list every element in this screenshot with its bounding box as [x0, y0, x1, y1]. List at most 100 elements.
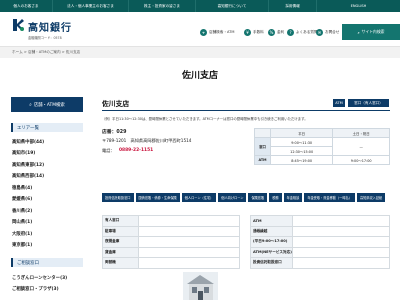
- area-list-heading: エリア一覧: [11, 123, 83, 132]
- service-chip: 個人向けローン: [218, 193, 247, 202]
- nav-fees[interactable]: ¥ 手数料: [244, 29, 264, 36]
- facility-key: 有人窓口: [102, 215, 139, 227]
- location-icon: ⌖: [200, 29, 207, 36]
- table-row: 貸金庫: [102, 246, 240, 258]
- area-item[interactable]: 徳島県(4): [12, 182, 82, 194]
- area-item[interactable]: 高知市(19): [12, 148, 82, 160]
- area-item[interactable]: 東京都(1): [12, 240, 82, 252]
- hours-cell: 12:30～15:00: [269, 146, 334, 156]
- hours-cell: 8:45～19:00: [269, 155, 334, 165]
- hours-row-label: ATM: [254, 155, 271, 165]
- hours-header-cell: 平日: [269, 128, 334, 138]
- table-row: 投資信託取扱窓口: [250, 257, 390, 269]
- facility-value: [292, 246, 390, 258]
- store-atm-search-button[interactable]: ⌕ 店舗・ATM検索: [11, 97, 83, 112]
- hours-row-label: 窓口: [254, 137, 271, 156]
- topnav-personal[interactable]: 個人のお客さま: [0, 0, 53, 12]
- area-item[interactable]: 高知県西部(14): [12, 171, 82, 183]
- consultation-list: こうぎんローンセンター(3) ご相談窓口・プラザ(3): [12, 272, 84, 294]
- question-icon: ?: [287, 29, 294, 36]
- site-search-button[interactable]: ⌕ サイト内検索: [342, 24, 400, 40]
- facility-key: (平日9:00～17:00): [250, 236, 293, 248]
- hours-row: 窓口 9:00～11:30 —: [254, 137, 390, 156]
- nav-label: お問合せ: [325, 30, 340, 34]
- facility-value: [292, 225, 390, 237]
- percent-icon: %: [268, 29, 275, 36]
- facility-value: [292, 257, 390, 269]
- store-number: 店番：029: [102, 130, 127, 135]
- hours-cell: 9:00～17:00: [332, 155, 390, 165]
- side-search-label: 店舗・ATM検索: [33, 102, 65, 108]
- nav-faq[interactable]: ? よくある質問: [287, 29, 318, 36]
- table-row: (平日9:00～17:00): [250, 236, 390, 248]
- branch-name: 佐川支店: [102, 100, 130, 108]
- facility-value: [138, 246, 240, 258]
- facility-key: 投資信託取扱窓口: [250, 257, 293, 269]
- topnav-investors[interactable]: 株主・投資家の皆さま: [129, 0, 196, 12]
- divider: [102, 110, 390, 111]
- nav-store-search[interactable]: ⌖ 店舗検索・ATM: [200, 29, 234, 36]
- branch-building-photo: [183, 272, 218, 300]
- area-item[interactable]: 大阪府(1): [12, 228, 82, 240]
- brand-name[interactable]: 高知銀行: [28, 19, 72, 34]
- facility-value: [138, 257, 240, 269]
- topnav-english[interactable]: ENGLISH: [317, 0, 400, 12]
- service-chip: 個人ローン（住宅）: [181, 193, 217, 202]
- facility-value: [138, 236, 240, 248]
- area-item[interactable]: 岡山県(1): [12, 217, 82, 229]
- atm-facility-table: ATM 通帳繰越 (平日9:00～17:00) ATM(NEサービス対応) 投資…: [250, 215, 390, 269]
- consultation-item[interactable]: ご相談窓口・プラザ(3): [12, 283, 84, 294]
- nav-label: 金利: [277, 30, 285, 34]
- facility-key: ATM: [250, 215, 293, 227]
- bank-code: 金融機関コード：0578: [28, 36, 62, 40]
- consultation-heading: ご相談窓口: [11, 258, 83, 267]
- topnav-corporate[interactable]: 法人・個人事業主のお客さま: [53, 0, 129, 12]
- facility-value: [292, 215, 390, 227]
- consultation-item[interactable]: こうぎんローンセンター(3): [12, 272, 84, 283]
- facility-value: [292, 236, 390, 248]
- facility-table: 有人窓口 駐車場 夜間金庫 貸金庫 両替機: [102, 215, 240, 269]
- service-tags: 投資信託取扱窓口 国債窓販・債券・生命保険 個人ローン（住宅） 個人向けローン …: [102, 193, 390, 202]
- facility-value: [138, 215, 240, 227]
- nav-rates[interactable]: % 金利: [268, 29, 284, 36]
- site-header: 高知銀行 金融機関コード：0578 ⌖ 店舗検索・ATM ¥ 手数料 % 金利 …: [0, 12, 400, 46]
- phone-number[interactable]: 0889-22-1151: [119, 148, 153, 153]
- yen-icon: ¥: [244, 29, 251, 36]
- area-item[interactable]: 香川県(2): [12, 205, 82, 217]
- breadcrumb[interactable]: ホーム > 店舗・ATMのご案内 > 佐川支店: [0, 46, 400, 58]
- address: 〒789-1201 高知県高岡郡佐川町甲西町1514: [102, 138, 192, 143]
- facility-key: 駐車場: [102, 225, 139, 237]
- nav-label: よくある質問: [296, 30, 318, 34]
- service-chip: 投資信託取扱窓口: [102, 193, 134, 202]
- table-row: 駐車場: [102, 225, 240, 237]
- hours-notice: （例）平日11:30～12:30は、昼時間休業とさせていただきます。ATMコーナ…: [102, 117, 308, 121]
- service-chip: 国債窓販・債券・生命保険: [135, 193, 180, 202]
- service-chip: 年金受取・資金移動（一時払）: [304, 193, 355, 202]
- mail-icon: ✉: [316, 29, 323, 36]
- atm-tag: ATM: [333, 99, 345, 107]
- bank-logo-icon[interactable]: [11, 18, 25, 32]
- area-item[interactable]: 高知県東部(12): [12, 159, 82, 171]
- area-item[interactable]: 高知県中部(44): [12, 136, 82, 148]
- hours-header-row: 平日 土日・祝日: [254, 128, 390, 138]
- topnav-recruit[interactable]: 採用情報: [269, 0, 317, 12]
- site-search-label: サイト内検索: [361, 29, 385, 34]
- hours-cell: —: [332, 137, 390, 156]
- facility-key: 貸金庫: [102, 246, 139, 258]
- hours-cell: 9:00～11:30: [269, 137, 334, 147]
- area-item[interactable]: 愛媛県(6): [12, 194, 82, 206]
- area-list: 高知県中部(44) 高知市(19) 高知県東部(12) 高知県西部(14) 徳島…: [12, 136, 82, 251]
- search-icon: ⌕: [357, 29, 360, 35]
- facility-key: ATM(NEサービス対応): [250, 246, 293, 258]
- service-chip: 年金相談: [283, 193, 303, 202]
- service-chip: 税務: [269, 193, 282, 202]
- hours-header-cell: [254, 128, 271, 138]
- phone-label: 電話：: [102, 148, 115, 153]
- hours-row: ATM 8:45～19:00 9:00～17:00: [254, 155, 390, 165]
- nav-contact[interactable]: ✉ お問合せ: [316, 29, 339, 36]
- window-tag: 窓口（有人窓口）: [348, 99, 389, 107]
- topnav-about[interactable]: 高知銀行について: [196, 0, 269, 12]
- table-row: 両替機: [102, 257, 240, 269]
- service-chip: 保険窓販: [248, 193, 268, 202]
- hours-table: 平日 土日・祝日 窓口 9:00～11:30 — 12:30～15:00 ATM…: [254, 128, 390, 165]
